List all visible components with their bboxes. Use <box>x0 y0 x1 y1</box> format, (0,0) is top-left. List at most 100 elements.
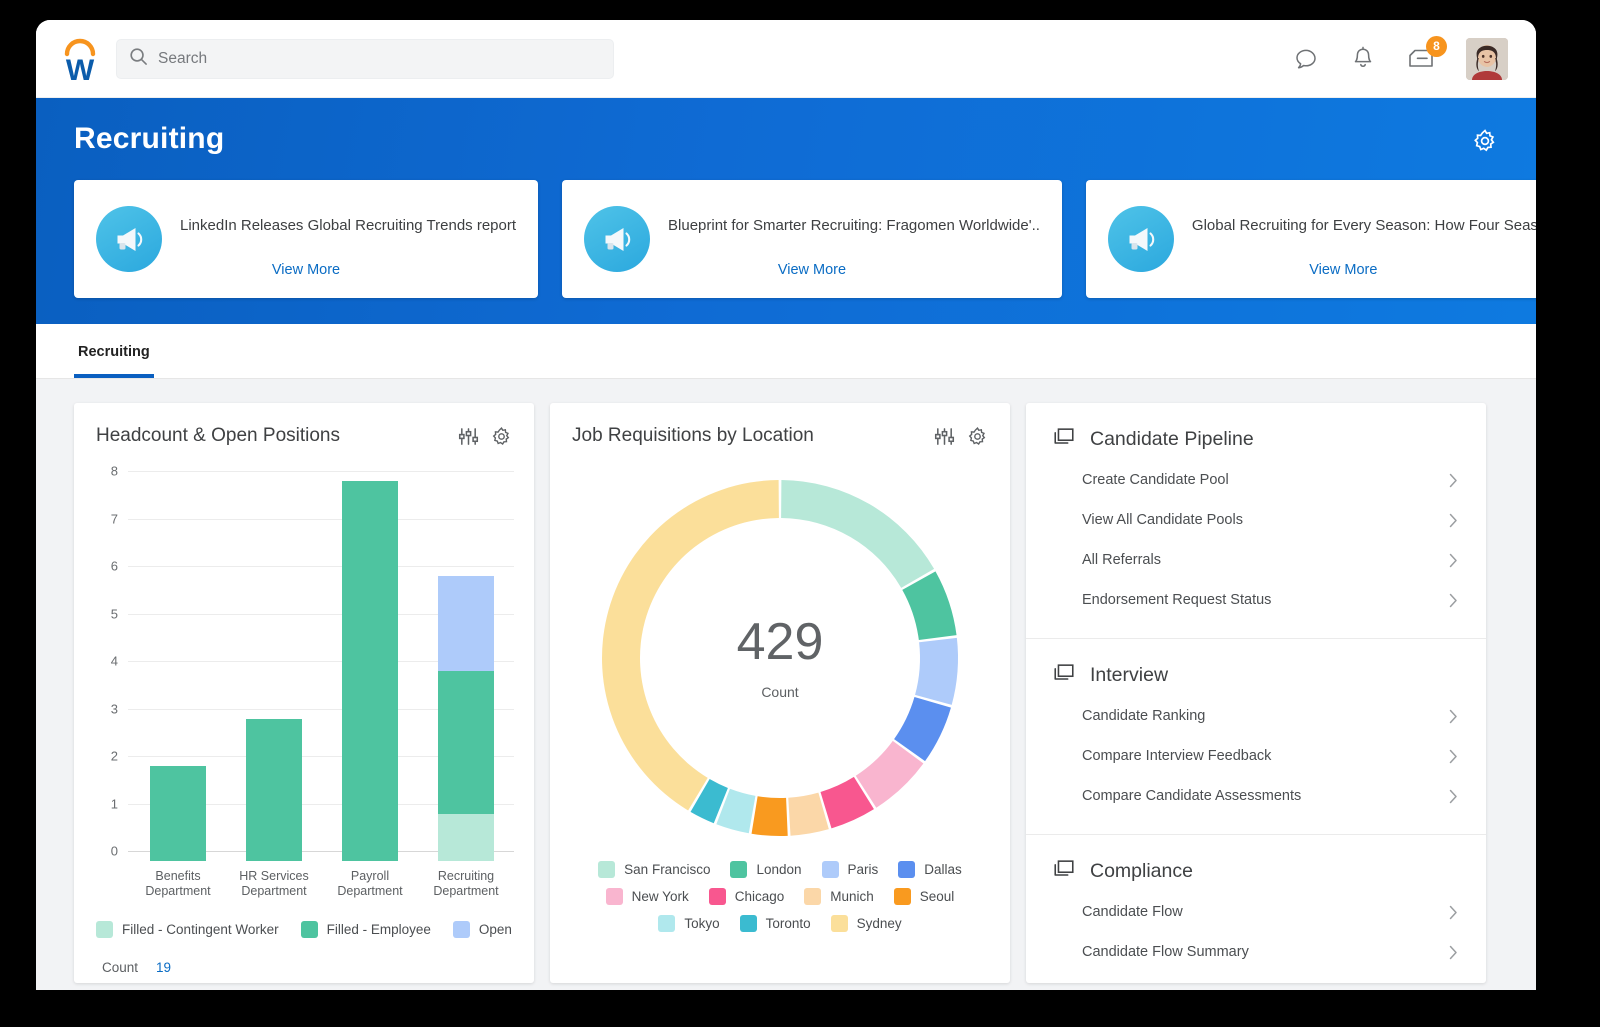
legend-item[interactable]: Tokyo <box>658 915 719 932</box>
bar-benefits[interactable] <box>150 766 206 861</box>
donut-segment[interactable] <box>602 480 779 810</box>
panels-icon <box>1052 425 1076 454</box>
tab-bar: Recruiting <box>36 324 1536 379</box>
link-label: Compare Interview Feedback <box>1082 748 1271 764</box>
bar-chart-legend: Filled - Contingent Worker Filled - Empl… <box>90 921 518 938</box>
legend-swatch <box>804 888 821 905</box>
search-input[interactable]: Search <box>116 39 614 79</box>
announcement-card[interactable]: Blueprint for Smarter Recruiting: Fragom… <box>562 180 1062 298</box>
legend-swatch <box>898 861 915 878</box>
bar-segment-employee <box>150 766 206 861</box>
legend-item[interactable]: San Francisco <box>598 861 710 878</box>
legend-item[interactable]: Munich <box>804 888 874 905</box>
y-axis-tick: 2 <box>94 749 118 764</box>
link-row[interactable]: Candidate Flow <box>1052 892 1460 932</box>
announcement-text: Blueprint for Smarter Recruiting: Fragom… <box>668 217 1040 234</box>
legend-item[interactable]: Filled - Employee <box>301 921 431 938</box>
bar-recruiting[interactable] <box>438 576 494 861</box>
link-row[interactable]: Candidate Flow Summary <box>1052 932 1460 972</box>
count-value[interactable]: 19 <box>156 960 171 975</box>
y-axis-tick: 1 <box>94 796 118 811</box>
link-row[interactable]: Compare Candidate Assessments <box>1052 776 1460 816</box>
quick-links-panel: Candidate Pipeline Create Candidate Pool… <box>1026 403 1486 983</box>
link-label: Candidate Ranking <box>1082 708 1205 724</box>
bar-segment-employee <box>342 481 398 861</box>
legend-label: Chicago <box>735 889 785 904</box>
link-row[interactable]: Create Candidate Pool <box>1052 460 1460 500</box>
donut-segment[interactable] <box>781 480 934 588</box>
x-axis-tick: RecruitingDepartment <box>418 869 514 899</box>
x-axis-tick: PayrollDepartment <box>322 869 418 899</box>
chevron-right-icon <box>1449 749 1458 764</box>
donut-svg[interactable] <box>595 473 965 843</box>
legend-label: New York <box>632 889 689 904</box>
global-header: W Search <box>36 20 1536 98</box>
y-axis-tick: 7 <box>94 511 118 526</box>
page-title: Recruiting <box>74 122 1498 156</box>
legend-label: Munich <box>830 889 874 904</box>
bar-segment-employee <box>246 719 302 862</box>
sliders-icon[interactable] <box>934 426 955 447</box>
legend-label: Filled - Employee <box>327 922 431 937</box>
chevron-right-icon <box>1449 553 1458 568</box>
hero-gear-icon[interactable] <box>1472 128 1498 154</box>
view-more-link[interactable]: View More <box>74 262 538 278</box>
y-axis-tick: 8 <box>94 464 118 479</box>
link-label: Create Candidate Pool <box>1082 472 1229 488</box>
legend-swatch <box>709 888 726 905</box>
donut-segment[interactable] <box>752 796 788 836</box>
legend-item[interactable]: Filled - Contingent Worker <box>96 921 279 938</box>
legend-item[interactable]: New York <box>606 888 689 905</box>
link-row[interactable]: Endorsement Request Status <box>1052 580 1460 620</box>
announcement-card[interactable]: Global Recruiting for Every Season: How … <box>1086 180 1536 298</box>
x-axis-tick: HR ServicesDepartment <box>226 869 322 899</box>
view-more-link[interactable]: View More <box>562 262 1062 278</box>
legend-item[interactable]: Open <box>453 921 512 938</box>
gear-icon[interactable] <box>967 426 988 447</box>
legend-label: Tokyo <box>684 916 719 931</box>
announcement-card[interactable]: LinkedIn Releases Global Recruiting Tren… <box>74 180 538 298</box>
chevron-right-icon <box>1449 473 1458 488</box>
link-row[interactable]: All Referrals <box>1052 540 1460 580</box>
bell-icon[interactable] <box>1350 45 1376 73</box>
inbox-icon[interactable]: 8 <box>1406 46 1436 72</box>
bar-hr-services[interactable] <box>246 719 302 862</box>
chevron-right-icon <box>1449 513 1458 528</box>
legend-item[interactable]: Chicago <box>709 888 785 905</box>
panels-icon <box>1052 857 1076 886</box>
legend-item[interactable]: Toronto <box>740 915 811 932</box>
legend-label: Paris <box>848 862 879 877</box>
legend-swatch <box>831 915 848 932</box>
avatar[interactable] <box>1466 38 1508 80</box>
workday-logo[interactable]: W <box>58 36 102 82</box>
donut-segment[interactable] <box>915 638 958 705</box>
legend-swatch <box>96 921 113 938</box>
tab-recruiting[interactable]: Recruiting <box>74 344 154 378</box>
section-title: Candidate Pipeline <box>1090 428 1254 451</box>
legend-item[interactable]: Seoul <box>894 888 955 905</box>
link-label: All Referrals <box>1082 552 1161 568</box>
gear-icon[interactable] <box>491 426 512 447</box>
chat-icon[interactable] <box>1292 45 1320 73</box>
requisitions-chart-panel: Job Requisitions by Location <box>550 403 1010 983</box>
hero-banner: Recruiting LinkedIn Releases Globa <box>36 98 1536 324</box>
legend-item[interactable]: Dallas <box>898 861 962 878</box>
bar-payroll[interactable] <box>342 481 398 861</box>
y-axis-tick: 0 <box>94 844 118 859</box>
legend-item[interactable]: London <box>730 861 801 878</box>
count-label: Count <box>102 960 138 975</box>
section-header: Compliance <box>1052 857 1460 886</box>
view-more-link[interactable]: View More <box>1086 262 1536 278</box>
section-candidate-pipeline: Candidate Pipeline Create Candidate Pool… <box>1026 403 1486 638</box>
legend-swatch <box>301 921 318 938</box>
legend-label: London <box>756 862 801 877</box>
sliders-icon[interactable] <box>458 426 479 447</box>
link-row[interactable]: Candidate Ranking <box>1052 696 1460 736</box>
legend-item[interactable]: Paris <box>822 861 879 878</box>
link-row[interactable]: Compare Interview Feedback <box>1052 736 1460 776</box>
y-axis-tick: 3 <box>94 701 118 716</box>
bar-segment-open <box>438 576 494 671</box>
link-row[interactable]: View All Candidate Pools <box>1052 500 1460 540</box>
bars-area <box>128 471 514 861</box>
legend-item[interactable]: Sydney <box>831 915 902 932</box>
